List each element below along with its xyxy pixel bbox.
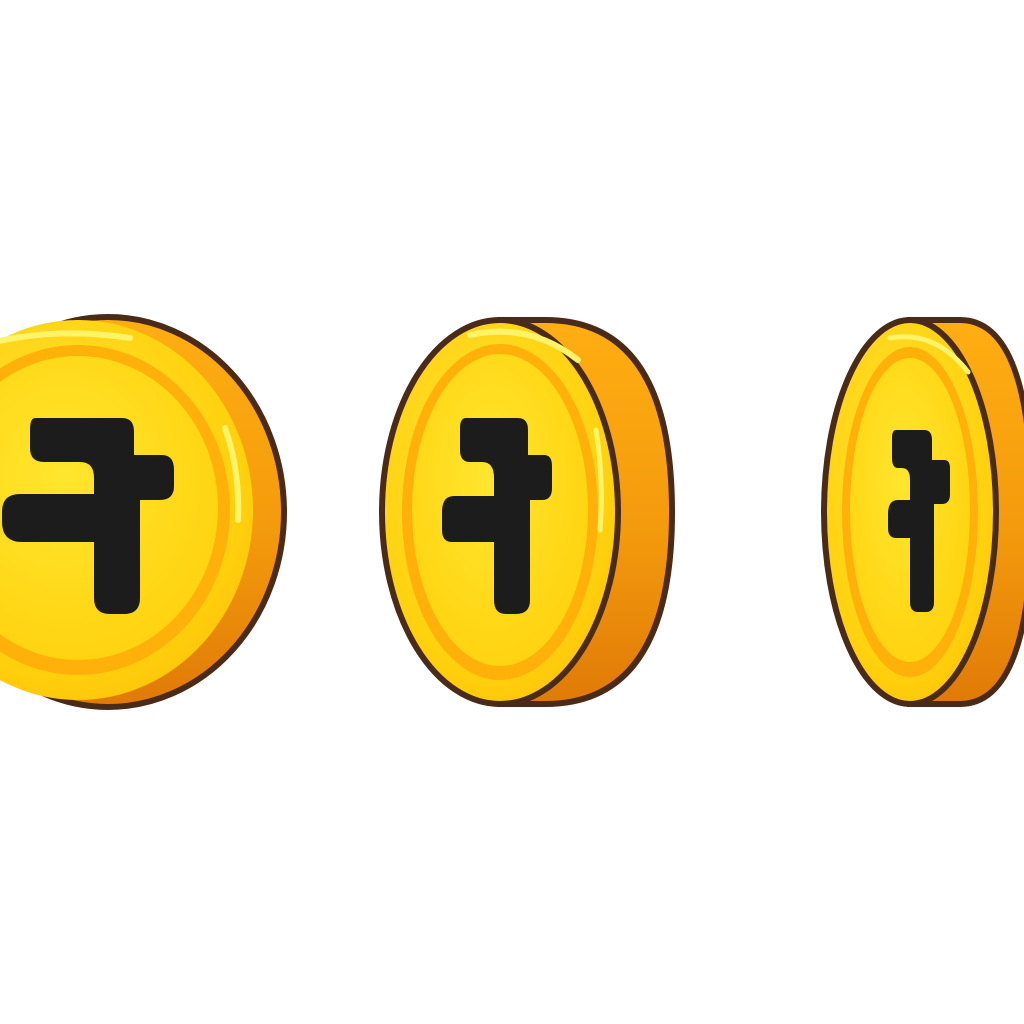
coin-sprite-sheet — [0, 314, 1024, 710]
coin-frame-1 — [0, 314, 287, 710]
coin-frame-2 — [379, 317, 676, 707]
coin-frame-3 — [821, 317, 1024, 707]
